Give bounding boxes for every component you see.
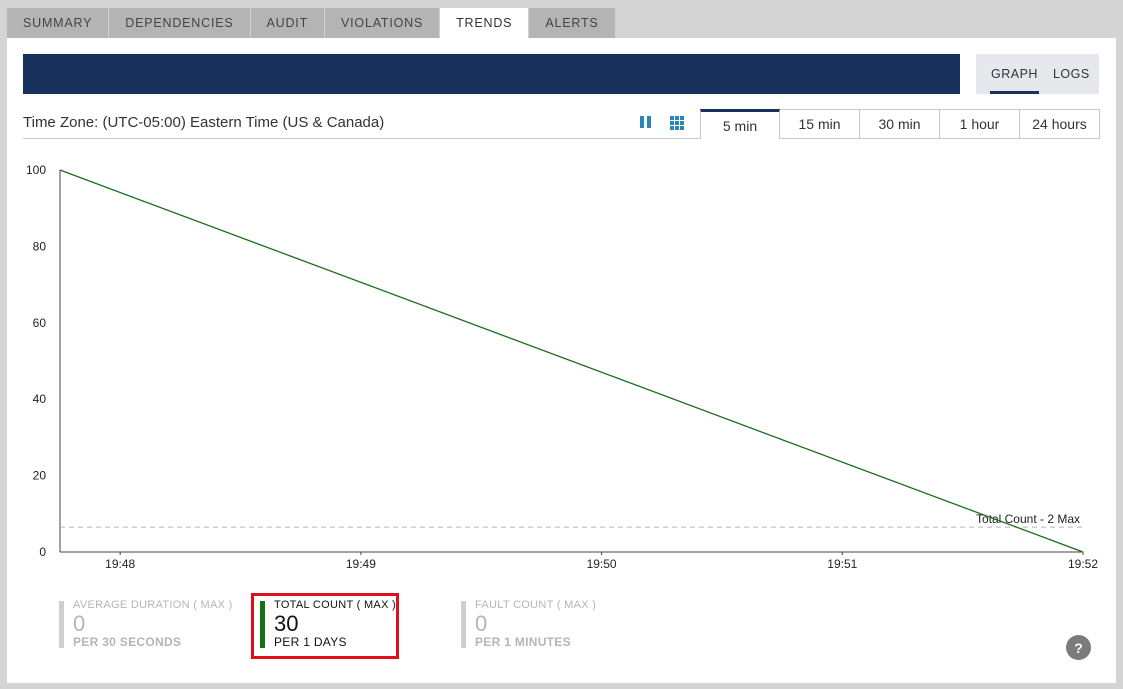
stat-label: FAULT COUNT ( MAX ) <box>475 599 597 611</box>
trends-panel: GRAPH LOGS Time Zone: (UTC-05:00) Easter… <box>7 38 1116 683</box>
range-15-min[interactable]: 15 min <box>780 109 860 139</box>
y-tick-label: 20 <box>33 469 47 483</box>
stat-period: PER 30 SECONDS <box>73 635 182 649</box>
stat-fault-count[interactable]: FAULT COUNT ( MAX ) 0 PER 1 MINUTES <box>461 599 596 653</box>
stats-bar: AVERAGE DURATION ( MAX ) 0 PER 30 SECOND… <box>7 593 1116 663</box>
pause-icon[interactable] <box>640 116 652 130</box>
help-icon[interactable]: ? <box>1066 635 1091 660</box>
stat-period: PER 1 MINUTES <box>475 635 571 649</box>
range-24-hours[interactable]: 24 hours <box>1020 109 1100 139</box>
y-tick-label: 80 <box>33 239 47 253</box>
y-axis: 0 20 40 60 80 100 <box>26 163 61 559</box>
x-axis: 19:48 19:49 19:50 19:51 19:52 <box>60 551 1098 571</box>
timezone-label: Time Zone: (UTC-05:00) Eastern Time (US … <box>23 114 385 131</box>
range-1-hour[interactable]: 1 hour <box>940 109 1020 139</box>
tab-trends[interactable]: TRENDS <box>440 8 530 38</box>
view-toggle: GRAPH LOGS <box>976 54 1099 94</box>
range-30-min[interactable]: 30 min <box>860 109 940 139</box>
header-banner <box>23 54 960 94</box>
y-tick-label: 0 <box>39 545 46 559</box>
y-tick-label: 100 <box>26 163 46 177</box>
y-tick-label: 60 <box>33 316 47 330</box>
stat-average-duration[interactable]: AVERAGE DURATION ( MAX ) 0 PER 30 SECOND… <box>59 599 233 653</box>
graph-view-button[interactable]: GRAPH <box>990 54 1039 94</box>
tab-audit[interactable]: AUDIT <box>250 8 326 38</box>
trend-chart: 0 20 40 60 80 100 19:48 19:49 19:50 19:51 19:52 T… <box>26 163 1098 571</box>
series-line <box>59 169 1084 553</box>
tab-dependencies[interactable]: DEPENDENCIES <box>109 8 251 38</box>
x-tick-label: 19:52 <box>1068 557 1098 571</box>
grid-icon[interactable] <box>670 116 684 130</box>
threshold-label: Total Count - 2 Max <box>976 512 1080 526</box>
tab-bar: SUMMARY DEPENDENCIES AUDIT VIOLATIONS TR… <box>7 8 616 38</box>
chart-marks: Total Count - 2 Max <box>59 169 1084 553</box>
tab-alerts[interactable]: ALERTS <box>529 8 616 38</box>
divider <box>23 138 700 139</box>
y-tick-label: 40 <box>33 392 47 406</box>
x-tick-label: 19:48 <box>105 557 135 571</box>
stat-indicator <box>461 601 466 648</box>
stat-value: 0 <box>73 611 86 636</box>
range-5-min[interactable]: 5 min <box>700 109 780 139</box>
tab-summary[interactable]: SUMMARY <box>7 8 110 38</box>
highlight-box <box>251 593 399 659</box>
x-tick-label: 19:50 <box>587 557 617 571</box>
stat-indicator <box>59 601 64 648</box>
stat-value: 0 <box>475 611 488 636</box>
time-range-selector: 5 min 15 min 30 min 1 hour 24 hours <box>700 109 1100 139</box>
x-tick-label: 19:49 <box>346 557 376 571</box>
tab-violations[interactable]: VIOLATIONS <box>325 8 441 38</box>
stat-label: AVERAGE DURATION ( MAX ) <box>73 599 233 611</box>
x-tick-label: 19:51 <box>827 557 857 571</box>
logs-view-button[interactable]: LOGS <box>1053 54 1090 94</box>
